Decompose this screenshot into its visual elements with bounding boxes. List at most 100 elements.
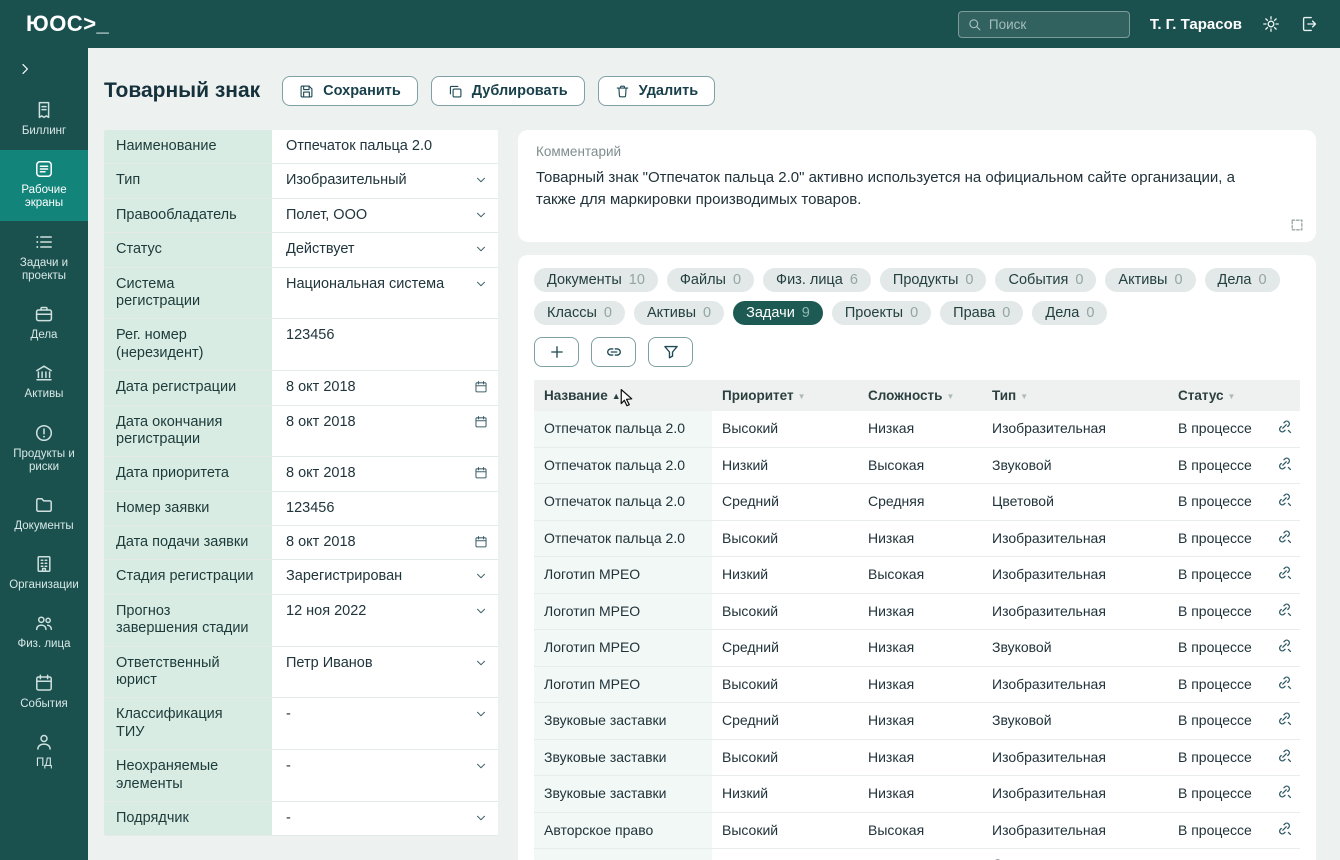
field-value-app-number[interactable]: 123456 (272, 492, 498, 525)
field-value-tiu[interactable]: - (272, 698, 498, 749)
add-button[interactable] (534, 337, 579, 367)
field-label: Прогноз завершения стадии (104, 595, 272, 646)
sidebar-item-label: События (20, 698, 67, 711)
field-value-stage-forecast[interactable]: 12 ноя 2022 (272, 595, 498, 646)
unlink-icon[interactable] (1276, 455, 1293, 472)
tab-documents[interactable]: Документы10 (534, 268, 658, 292)
unlink-icon[interactable] (1276, 747, 1293, 764)
table-row[interactable]: Отпечаток пальца 2.0ВысокийНизкаяИзобраз… (534, 411, 1300, 447)
tab-products[interactable]: Продукты0 (880, 268, 987, 292)
table-row[interactable]: Авторское правоВысокийВысокаяИзобразител… (534, 812, 1300, 849)
field-value-reg-end-date[interactable]: 8 окт 2018 (272, 406, 498, 457)
link-button[interactable] (591, 337, 636, 367)
unlink-icon[interactable] (1276, 783, 1293, 800)
sidebar-expand-button[interactable] (0, 48, 88, 91)
settings-icon[interactable] (1262, 15, 1280, 33)
field-label: Ответственный юрист (104, 647, 272, 698)
logout-icon[interactable] (1300, 15, 1318, 33)
table-row[interactable]: Логотип МРЕОСреднийНизкаяЗвуковойВ проце… (534, 630, 1300, 667)
filter-button[interactable] (648, 337, 693, 367)
column-header-2[interactable]: Сложность▼ (858, 380, 982, 411)
table-row[interactable]: Логотип МРЕОВысокийНизкаяИзобразительная… (534, 593, 1300, 630)
unlink-icon[interactable] (1276, 528, 1293, 545)
field-value-priority-date[interactable]: 8 окт 2018 (272, 457, 498, 490)
search-input[interactable] (989, 17, 1121, 32)
table-row[interactable]: Отпечаток пальца 2.0СреднийСредняяЦветов… (534, 484, 1300, 521)
cell-col0: Отпечаток пальца 2.0 (534, 520, 712, 557)
sidebar-item-cases[interactable]: Дела (0, 295, 88, 352)
column-header-3[interactable]: Тип▼ (982, 380, 1168, 411)
tab-events[interactable]: События0 (995, 268, 1096, 292)
unlink-icon[interactable] (1276, 674, 1293, 691)
table-row[interactable]: Звуковые заставкиСреднийНизкаяЗвуковойВ … (534, 703, 1300, 740)
resize-handle-icon[interactable] (1290, 218, 1304, 232)
table-row[interactable]: Авторское правоСреднийНизкаяОперационная… (534, 849, 1300, 860)
tab-projects[interactable]: Проекты0 (832, 301, 931, 325)
tab-assets[interactable]: Активы0 (1105, 268, 1195, 292)
sidebar-item-billing[interactable]: Биллинг (0, 91, 88, 148)
tab-files[interactable]: Файлы0 (667, 268, 754, 292)
delete-button[interactable]: Удалить (598, 76, 716, 106)
comment-text[interactable]: Товарный знак "Отпечаток пальца 2.0" акт… (536, 167, 1254, 211)
column-header-4[interactable]: Статус▼ (1168, 380, 1266, 411)
sidebar-item-assets[interactable]: Активы (0, 354, 88, 411)
tab-rights[interactable]: Права0 (940, 301, 1023, 325)
field-value-reg-system[interactable]: Национальная система (272, 268, 498, 319)
table-row[interactable]: Звуковые заставкиВысокийНизкаяИзобразите… (534, 739, 1300, 776)
user-name[interactable]: Т. Г. Тарасов (1150, 16, 1242, 33)
field-value-holder[interactable]: Полет, ООО (272, 199, 498, 232)
save-button[interactable]: Сохранить (282, 76, 418, 106)
field-value-stage[interactable]: Зарегистрирован (272, 560, 498, 593)
unlink-icon[interactable] (1276, 601, 1293, 618)
tab-assets-2[interactable]: Активы0 (634, 301, 724, 325)
tab-cases[interactable]: Дела0 (1205, 268, 1280, 292)
row-actions (1266, 849, 1300, 860)
column-header-1[interactable]: Приоритет▼ (712, 380, 858, 411)
field-value-name[interactable]: Отпечаток пальца 2.0 (272, 130, 498, 163)
tab-tasks[interactable]: Задачи9 (733, 301, 823, 325)
sidebar-item-products-risks[interactable]: Продукты и риски (0, 414, 88, 484)
unlink-icon[interactable] (1276, 564, 1293, 581)
cell-col4: В процессе (1168, 447, 1266, 484)
table-row[interactable]: Логотип МРЕОВысокийНизкаяИзобразительная… (534, 666, 1300, 703)
tab-persons[interactable]: Физ. лица6 (763, 268, 871, 292)
chevron-down-icon (474, 707, 488, 721)
table-row[interactable]: Логотип МРЕОНизкийВысокаяИзобразительная… (534, 557, 1300, 594)
unlink-icon[interactable] (1276, 418, 1293, 435)
field-value-type[interactable]: Изобразительный (272, 164, 498, 197)
unlink-icon[interactable] (1276, 491, 1293, 508)
field-value-app-date[interactable]: 8 окт 2018 (272, 526, 498, 559)
chevron-down-icon (474, 173, 488, 187)
table-row[interactable]: Отпечаток пальца 2.0НизкийВысокаяЗвуково… (534, 447, 1300, 484)
table-row[interactable]: Отпечаток пальца 2.0ВысокийНизкаяИзобраз… (534, 520, 1300, 557)
screens-icon (34, 159, 54, 179)
duplicate-button[interactable]: Дублировать (431, 76, 585, 106)
sidebar-item-workspaces[interactable]: Рабочие экраны (0, 150, 88, 220)
assets-icon (34, 363, 54, 383)
unlink-icon[interactable] (1276, 637, 1293, 654)
field-value-text: Полет, ООО (286, 207, 468, 224)
unlink-icon[interactable] (1276, 820, 1293, 837)
column-header-0[interactable]: Название▲ (534, 380, 712, 411)
sidebar-item-organizations[interactable]: Организации (0, 545, 88, 602)
sidebar-item-documents[interactable]: Документы (0, 486, 88, 543)
field-label: Дата приоритета (104, 457, 272, 490)
search-box[interactable] (958, 11, 1130, 38)
field-value-lawyer[interactable]: Петр Иванов (272, 647, 498, 698)
chevron-down-icon (474, 277, 488, 291)
cell-col4: В процессе (1168, 849, 1266, 860)
field-value-status[interactable]: Действует (272, 233, 498, 266)
table-row[interactable]: Звуковые заставкиНизкийНизкаяИзобразител… (534, 776, 1300, 813)
sidebar-item-events[interactable]: События (0, 664, 88, 721)
unlink-icon[interactable] (1276, 710, 1293, 727)
field-value-contractor[interactable]: - (272, 802, 498, 835)
sidebar-item-individuals[interactable]: Физ. лица (0, 604, 88, 661)
tab-cases-2[interactable]: Дела0 (1032, 301, 1107, 325)
sidebar-item-pd[interactable]: ПД (0, 723, 88, 780)
cell-col3: Изобразительная (982, 593, 1168, 630)
field-value-unprotected[interactable]: - (272, 750, 498, 801)
field-value-reg-number[interactable]: 123456 (272, 319, 498, 370)
field-value-reg-date[interactable]: 8 окт 2018 (272, 371, 498, 404)
tab-classes[interactable]: Классы0 (534, 301, 625, 325)
sidebar-item-tasks-projects[interactable]: Задачи и проекты (0, 223, 88, 293)
